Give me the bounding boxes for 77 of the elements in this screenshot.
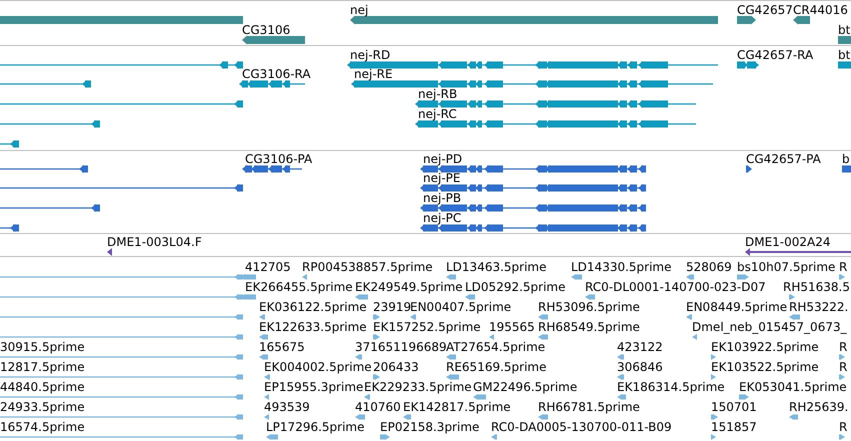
feature-label: RC0-DL0001-140700-023-D07 xyxy=(585,280,766,294)
feature-label: 206433 xyxy=(373,360,419,374)
feature-label: LD14330.5prime xyxy=(571,260,672,274)
feature-label: 150701 xyxy=(711,400,757,414)
feature-label: RH25639. xyxy=(789,400,848,414)
feature-label: LD13463.5prime xyxy=(446,260,547,274)
feature-label: 24933.5prime xyxy=(0,400,85,414)
feature-label: bt xyxy=(838,48,850,62)
feature-label: bs10h07.5prime xyxy=(737,260,836,274)
feature-label: R xyxy=(839,260,848,274)
feature-label: b xyxy=(842,152,850,166)
feature-label: 30915.5prime xyxy=(0,340,85,354)
feature-label: nej-PB xyxy=(423,191,462,205)
feature-label: 412705 xyxy=(245,260,291,274)
feature-label: EK266455.5prime xyxy=(245,280,353,294)
feature-label: EK186314.5prime xyxy=(617,380,725,394)
feature-label: CG42657-RA xyxy=(737,48,814,62)
feature-label: EK142817.5prime xyxy=(403,400,511,414)
feature-label: bt xyxy=(838,23,850,37)
feature-label: 23919 xyxy=(373,300,412,314)
feature-label: DME1-002A24 xyxy=(745,235,831,249)
feature-label: RP004538857.5prime xyxy=(302,260,433,274)
feature-label: 493539 xyxy=(264,400,310,414)
feature-label: 423122 xyxy=(617,340,663,354)
feature-label: nej-RB xyxy=(418,87,458,101)
feature-label: EK103922.5prime xyxy=(711,340,819,354)
feature-label: EK103522.5prime xyxy=(711,360,819,374)
feature-label: 44840.5prime xyxy=(0,380,85,394)
feature-label: DME1-003L04.F xyxy=(107,235,202,249)
feature-label: AT27654.5prime xyxy=(446,340,546,354)
feature-label: RH53222. xyxy=(789,300,848,314)
feature-label: 371651196689 xyxy=(355,340,447,354)
feature-label: EK229233.5prime xyxy=(364,380,472,394)
feature-label: EK249549.5prime xyxy=(355,280,463,294)
feature-label: EN08449.5prime xyxy=(686,300,788,314)
feature-label: R xyxy=(839,340,848,354)
feature-label: CG42657-PA xyxy=(746,152,821,166)
feature-label: nej xyxy=(350,3,368,17)
feature-label: EP15955.3prime xyxy=(264,380,364,394)
feature-label: RH53096.5prime xyxy=(538,300,640,314)
feature-label: nej-RD xyxy=(350,48,390,62)
feature-label: GM22496.5prime xyxy=(473,380,578,394)
feature-label: Dmel_neb_015457_0673_ xyxy=(692,320,847,334)
feature-label: RE65169.5prime xyxy=(446,360,546,374)
feature-label: 306846 xyxy=(617,360,663,374)
feature-label: CG3106-PA xyxy=(245,152,312,166)
feature-label: R xyxy=(839,420,848,434)
feature-label: EK004002.5prime xyxy=(264,360,372,374)
feature-label: 151857 xyxy=(711,420,757,434)
feature-label: EP02158.3prime xyxy=(380,420,480,434)
feature-label: 195565 xyxy=(489,320,535,334)
feature-label: LP17296.5prime xyxy=(266,420,365,434)
feature-label: LD05292.5prime xyxy=(465,280,566,294)
feature-label: 12817.5prime xyxy=(0,360,85,374)
feature-label: CR44016 xyxy=(793,3,848,17)
feature-label: RH66781.5prime xyxy=(538,400,640,414)
feature-label: EK122633.5prime xyxy=(259,320,367,334)
feature-label: CG42657 xyxy=(737,3,793,17)
feature-label: EK036122.5prime xyxy=(259,300,367,314)
feature-label: nej-RE xyxy=(354,67,393,81)
feature-label: 410760 xyxy=(355,400,401,414)
feature-label: nej-PE xyxy=(423,171,460,185)
feature-label: nej-PC xyxy=(423,211,462,225)
feature-label: RH51638.5 xyxy=(783,280,850,294)
feature-label: CG3106-RA xyxy=(242,67,311,81)
feature-label: RC0-DA0005-130700-011-B09 xyxy=(491,420,672,434)
feature-label: EK157252.5prime xyxy=(373,320,481,334)
feature-label: EN00407.5prime xyxy=(410,300,512,314)
feature-label: RH68549.5prime xyxy=(538,320,640,334)
feature-label: R xyxy=(839,360,848,374)
feature-label: CG3106 xyxy=(242,23,290,37)
feature-label: 528069 xyxy=(686,260,732,274)
feature-label: nej-RC xyxy=(418,107,457,121)
feature-label: 16574.5prime xyxy=(0,420,85,434)
feature-label: nej-PD xyxy=(423,152,462,166)
feature-label: EK053041.5prime xyxy=(739,380,847,394)
feature-label: 165675 xyxy=(259,340,305,354)
